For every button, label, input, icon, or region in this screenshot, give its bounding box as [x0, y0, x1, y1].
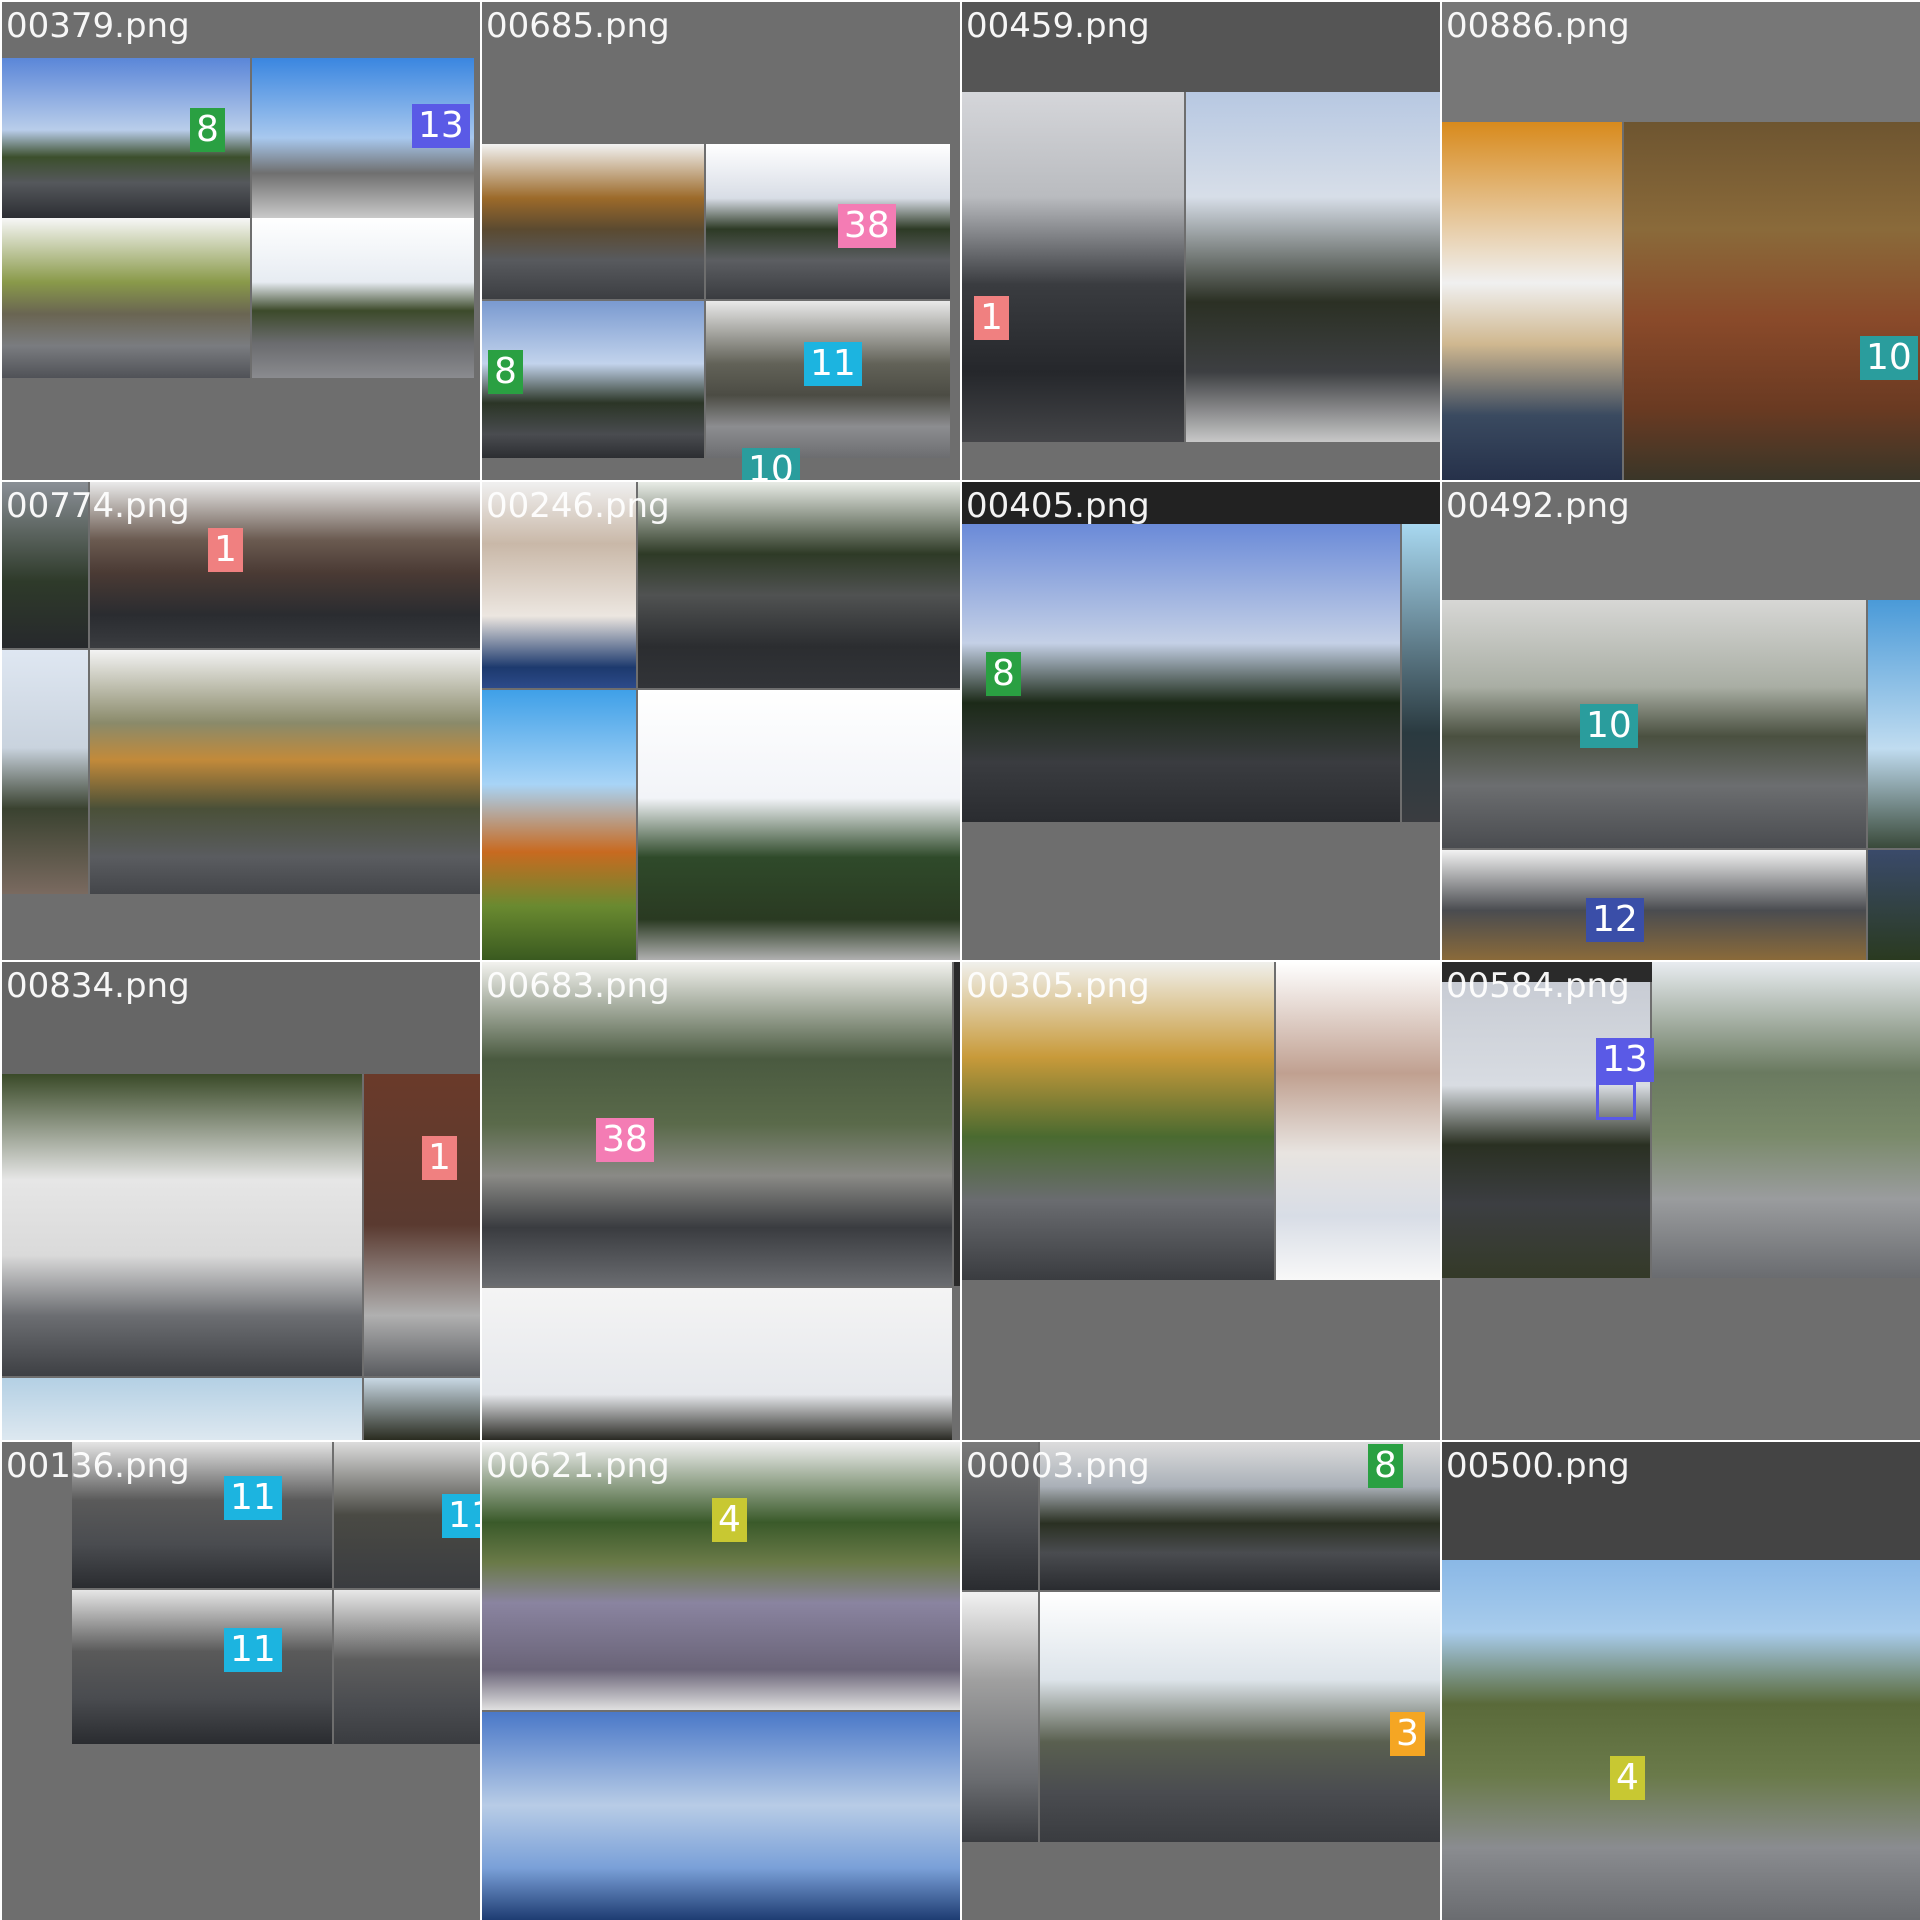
mosaic-cell-00683: 00683.png 38 [482, 962, 960, 1440]
photo-tile [334, 1590, 480, 1744]
filename-label: 00246.png [486, 486, 670, 526]
sign-class-label: 13 [1596, 1038, 1654, 1082]
photo-tile [1442, 982, 1650, 1278]
sign-class-label: 11 [804, 342, 862, 386]
photo-tile [1442, 122, 1622, 480]
mosaic-grid: 00379.png 8 13 00685.png 38 8 11 10 0045… [0, 0, 1920, 1920]
sign-class-label: 8 [1368, 1444, 1403, 1488]
filename-label: 00621.png [486, 1446, 670, 1486]
filename-label: 00492.png [1446, 486, 1630, 526]
photo-tile [482, 690, 636, 960]
photo-tile [2, 650, 88, 894]
photo-tile [1442, 1278, 1920, 1440]
filename-label: 00584.png [1446, 966, 1630, 1006]
photo-tile [954, 962, 960, 1286]
mosaic-cell-00685: 00685.png 38 8 11 10 [482, 2, 960, 480]
mosaic-cell-00379: 00379.png 8 13 [2, 2, 480, 480]
photo-tile [482, 144, 704, 299]
filename-label: 00405.png [966, 486, 1150, 526]
photo-tile [482, 962, 952, 1286]
filename-label: 00683.png [486, 966, 670, 1006]
filename-label: 00500.png [1446, 1446, 1630, 1486]
photo-tile [1442, 850, 1866, 960]
photo-tile [1040, 1592, 1440, 1842]
sign-class-label: 11 [224, 1476, 282, 1520]
photo-tile [1652, 962, 1920, 1278]
photo-tile [1442, 600, 1866, 848]
mosaic-cell-00492: 00492.png 10 12 [1442, 482, 1920, 960]
photo-tile [962, 1280, 1440, 1440]
photo-tile [2, 218, 250, 378]
mosaic-cell-00584: 00584.png 13 [1442, 962, 1920, 1440]
photo-tile [1442, 1560, 1920, 1920]
sign-class-label: 11 [224, 1628, 282, 1672]
sign-class-label: 1 [208, 528, 243, 572]
photo-tile [1276, 962, 1440, 1280]
photo-tile [962, 822, 1440, 960]
mosaic-cell-00136: 00136.png 11 11 11 [2, 1442, 480, 1920]
mosaic-cell-00003: 00003.png 8 3 [962, 1442, 1440, 1920]
sign-class-label: 3 [1390, 1712, 1425, 1756]
photo-tile [364, 1074, 480, 1376]
sign-class-label: 12 [1586, 898, 1644, 942]
filename-label: 00834.png [6, 966, 190, 1006]
filename-label: 00685.png [486, 6, 670, 46]
photo-tile [962, 92, 1184, 442]
photo-tile [482, 1288, 952, 1440]
mosaic-cell-00305: 00305.png [962, 962, 1440, 1440]
photo-tile [638, 482, 960, 688]
sign-class-label: 1 [974, 296, 1009, 340]
mosaic-cell-00405: 00405.png 8 [962, 482, 1440, 960]
mosaic-cell-00834: 00834.png 1 [2, 962, 480, 1440]
photo-tile [364, 1378, 480, 1440]
sign-class-label: 1 [422, 1136, 457, 1180]
sign-class-label: 8 [986, 652, 1021, 696]
photo-tile [638, 690, 960, 960]
sign-class-label: 8 [488, 350, 523, 394]
photo-tile [72, 1590, 332, 1744]
sign-class-label: 4 [712, 1498, 747, 1542]
photo-tile [1624, 122, 1920, 480]
mosaic-cell-00621: 00621.png 4 [482, 1442, 960, 1920]
photo-tile [482, 1712, 960, 1920]
mosaic-cell-00246: 00246.png [482, 482, 960, 960]
photo-tile [1186, 92, 1440, 442]
sign-class-label: 10 [1580, 704, 1638, 748]
mosaic-cell-00774: 00774.png 1 [2, 482, 480, 960]
filename-label: 00003.png [966, 1446, 1150, 1486]
photo-tile [1868, 850, 1920, 960]
photo-tile [706, 144, 950, 299]
photo-tile [962, 1844, 1440, 1920]
photo-tile [962, 1592, 1038, 1842]
photo-tile [1402, 524, 1440, 822]
photo-tile [962, 962, 1274, 1280]
mosaic-cell-00886: 00886.png 10 [1442, 2, 1920, 480]
photo-tile [2, 1074, 362, 1376]
photo-tile [252, 218, 474, 378]
sign-class-label: 11 [442, 1494, 480, 1538]
filename-label: 00459.png [966, 6, 1150, 46]
sign-class-label: 8 [190, 108, 225, 152]
photo-tile [1868, 600, 1920, 848]
filename-label: 00136.png [6, 1446, 190, 1486]
filename-label: 00886.png [1446, 6, 1630, 46]
sign-class-label: 10 [1860, 336, 1918, 380]
sign-class-label: 10 [742, 448, 800, 480]
photo-tile [90, 650, 480, 894]
sign-class-label: 38 [838, 204, 896, 248]
photo-tile [962, 524, 1400, 822]
filename-label: 00305.png [966, 966, 1150, 1006]
sign-bounding-box [1596, 1082, 1636, 1120]
filename-label: 00379.png [6, 6, 190, 46]
filename-label: 00774.png [6, 486, 190, 526]
sign-class-label: 38 [596, 1118, 654, 1162]
sign-class-label: 13 [412, 104, 470, 148]
mosaic-cell-00459: 00459.png 1 [962, 2, 1440, 480]
sign-class-label: 4 [1610, 1756, 1645, 1800]
photo-tile [2, 1378, 362, 1440]
mosaic-cell-00500: 00500.png 4 [1442, 1442, 1920, 1920]
